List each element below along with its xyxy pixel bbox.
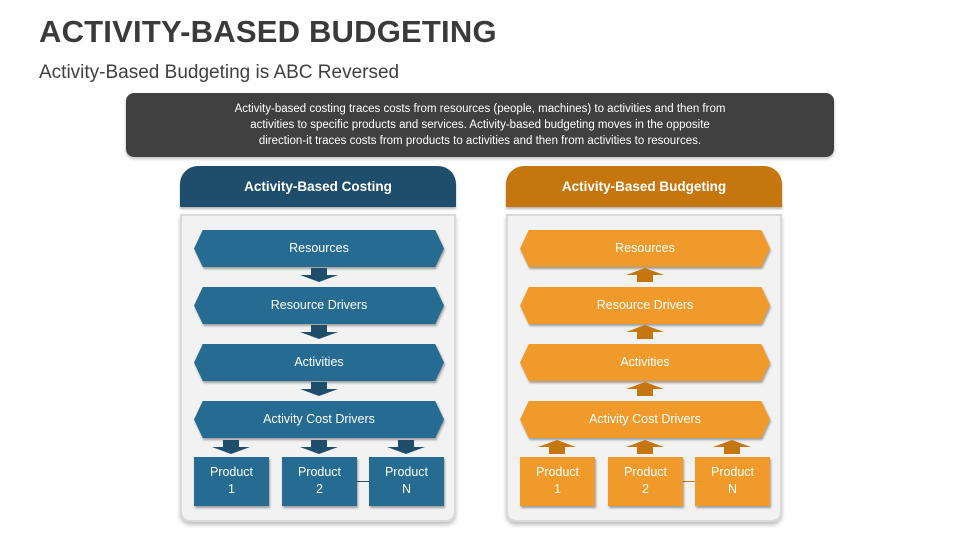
stage-wrapper: Activity Cost Drivers <box>182 401 454 441</box>
stage-activities: Activities <box>520 344 770 381</box>
page-title: ACTIVITY-BASED BUDGETING <box>39 14 497 49</box>
stage-wrapper: Resources <box>508 230 780 270</box>
product-label: Product <box>209 465 254 479</box>
stage-activity-cost-drivers: Activity Cost Drivers <box>520 401 770 438</box>
stage-wrapper: Activity Cost Drivers <box>508 401 780 441</box>
product-box: Product 2 <box>608 457 683 506</box>
product-label: Product <box>297 465 342 479</box>
product-box: Product 2 <box>282 457 357 506</box>
stage-activity-cost-drivers: Activity Cost Drivers <box>194 401 444 438</box>
stage-wrapper: Resources <box>182 230 454 270</box>
panel-header-budgeting: Activity-Based Budgeting <box>506 166 782 207</box>
product-number: 1 <box>228 482 235 496</box>
description-line: Activity-based costing traces costs from… <box>234 103 726 115</box>
product-box: Product 1 <box>520 457 595 506</box>
page-subtitle: Activity-Based Budgeting is ABC Reversed <box>39 62 400 83</box>
panel-header-costing: Activity-Based Costing <box>180 166 456 207</box>
description-box: Activity-based costing traces costs from… <box>126 93 834 157</box>
stage-resources: Resources <box>520 230 770 267</box>
description-line: activities to specific products and serv… <box>250 119 710 131</box>
stage-resources: Resources <box>194 230 444 267</box>
product-label: Product <box>384 465 429 479</box>
product-label: Product <box>535 465 580 479</box>
stage-activities: Activities <box>194 344 444 381</box>
product-number: N <box>727 482 738 496</box>
product-number: 2 <box>642 482 649 496</box>
stage-wrapper: Resource Drivers <box>508 287 780 327</box>
product-box: Product N <box>695 457 770 506</box>
stage-resource-drivers: Resource Drivers <box>194 287 444 324</box>
product-number: 1 <box>554 482 561 496</box>
stage-wrapper: Resource Drivers <box>182 287 454 327</box>
product-box: Product 1 <box>194 457 269 506</box>
panel-body-budgeting: Resources Resource Drivers Activities Activ… <box>506 214 782 522</box>
product-label: Product <box>623 465 668 479</box>
description-line: direction-it traces costs from products … <box>258 135 702 147</box>
panel-body-costing: Resources Resource Drivers Activities Activ… <box>180 214 456 522</box>
stage-resource-drivers: Resource Drivers <box>520 287 770 324</box>
stage-wrapper: Activities <box>182 344 454 384</box>
product-box: Product N <box>369 457 444 506</box>
stage-wrapper: Activities <box>508 344 780 384</box>
product-number: 2 <box>316 482 323 496</box>
product-label: Product <box>710 465 755 479</box>
product-number: N <box>401 482 412 496</box>
